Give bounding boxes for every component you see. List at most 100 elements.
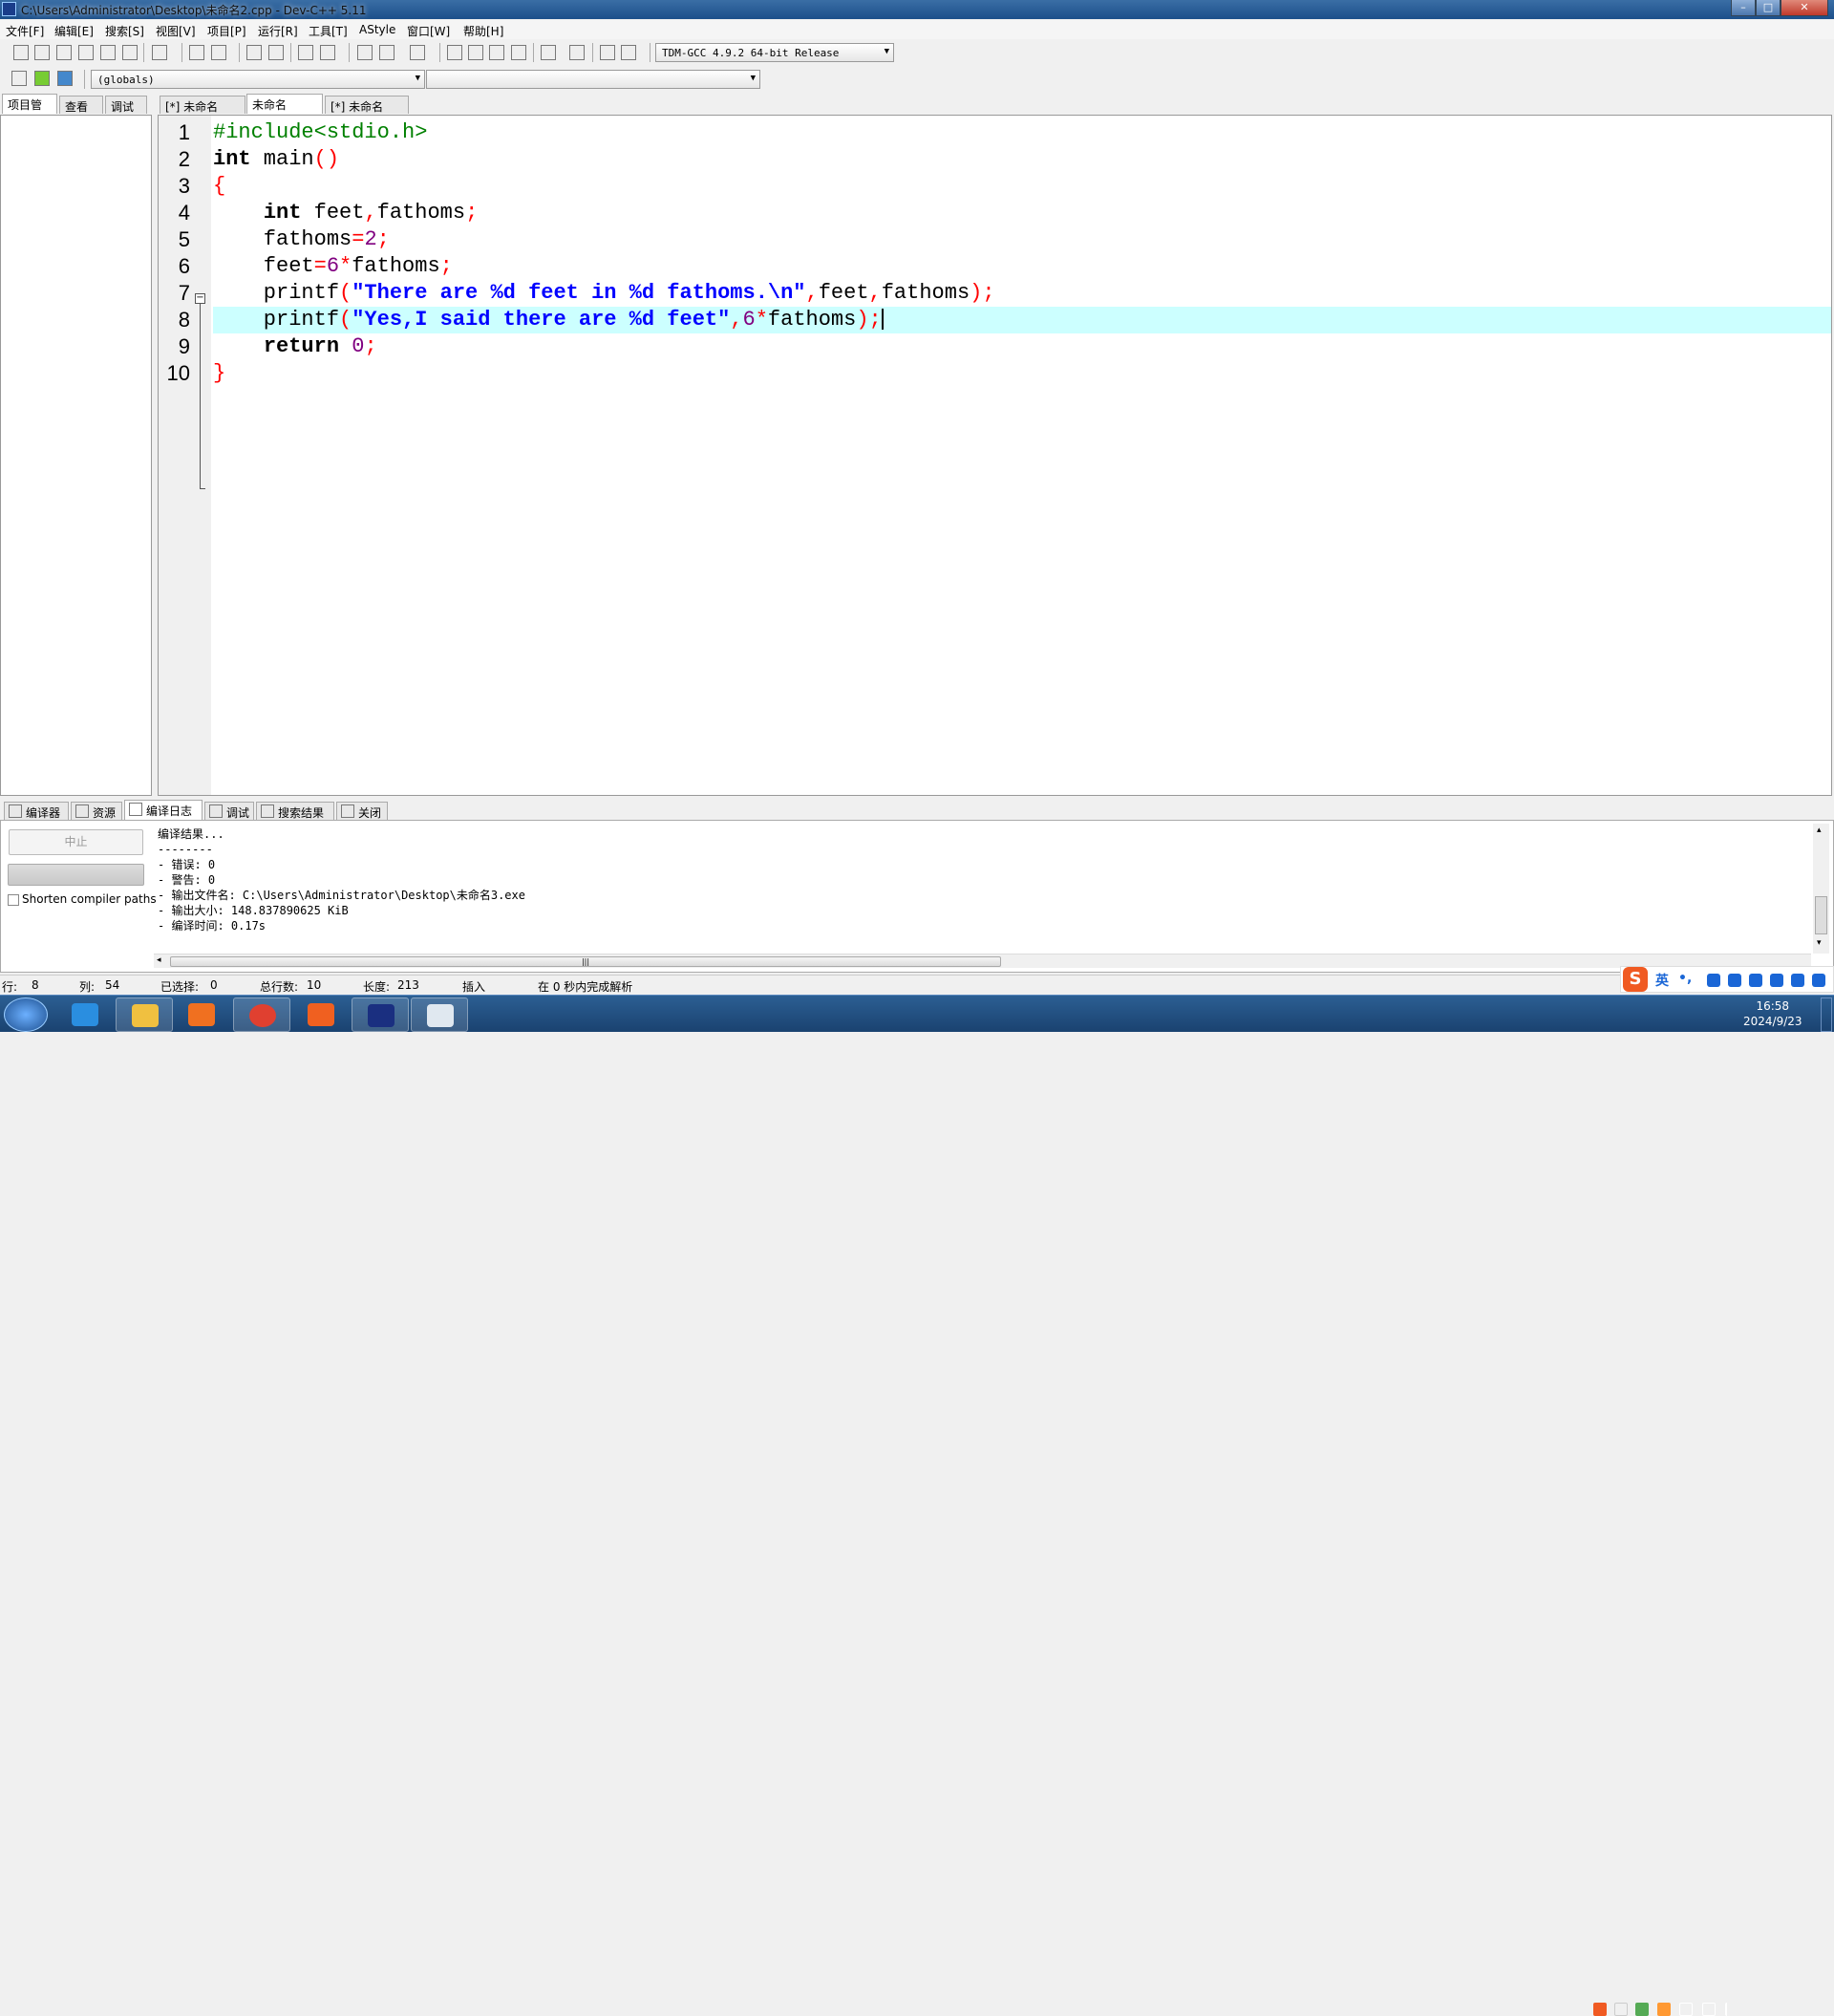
class-browser-icon[interactable]: [511, 45, 526, 60]
unindent-icon[interactable]: [320, 45, 335, 60]
close-all-icon[interactable]: [122, 45, 138, 60]
menu-item[interactable]: 工具[T]: [309, 23, 348, 39]
save-all-icon[interactable]: [78, 45, 94, 60]
ime-language[interactable]: 英: [1655, 971, 1669, 990]
shorten-paths-checkbox[interactable]: Shorten compiler paths: [8, 892, 157, 906]
toggle-view-icon[interactable]: [468, 45, 483, 60]
close-button[interactable]: ✕: [1781, 0, 1828, 16]
stop-button[interactable]: 中止: [9, 829, 143, 855]
code-line[interactable]: int feet,fathoms;: [213, 200, 1831, 226]
new-project-icon[interactable]: [447, 45, 462, 60]
symbol-select[interactable]: ▼: [426, 70, 760, 89]
toggle-bookmark-icon[interactable]: [34, 71, 50, 86]
scroll-down-icon[interactable]: ▾: [1817, 938, 1822, 948]
indent-icon[interactable]: [298, 45, 313, 60]
mic-icon[interactable]: [1707, 974, 1720, 987]
scroll-left-icon[interactable]: ◂: [157, 955, 161, 965]
compiler-select[interactable]: TDM-GCC 4.9.2 64-bit Release ▼: [655, 43, 894, 62]
left-tab[interactable]: 调试: [105, 96, 147, 114]
app-tray-icon[interactable]: [1657, 2003, 1671, 2016]
left-tab[interactable]: 项目管理: [2, 94, 57, 128]
back-icon[interactable]: [357, 45, 373, 60]
network-icon[interactable]: [1702, 2003, 1716, 2016]
show-desktop-button[interactable]: [1821, 997, 1832, 1032]
checkbox-icon[interactable]: [8, 893, 19, 906]
stop-icon[interactable]: [569, 45, 585, 60]
taskbar-app[interactable]: [292, 997, 350, 1032]
code-line[interactable]: printf("There are %d feet in %d fathoms.…: [213, 280, 1831, 307]
bottom-tab[interactable]: 资源: [71, 802, 122, 820]
scroll-thumb[interactable]: |||: [170, 956, 1001, 967]
file-tab[interactable]: [*] 未命名3.cpp: [325, 96, 409, 128]
taskbar-app[interactable]: [411, 997, 468, 1032]
layout-icon[interactable]: [489, 45, 504, 60]
settings-icon[interactable]: [1812, 974, 1825, 987]
insert-icon[interactable]: [11, 71, 27, 86]
print-icon[interactable]: [152, 45, 167, 60]
taskbar-app[interactable]: [116, 997, 173, 1032]
find-icon[interactable]: [246, 45, 262, 60]
undo-icon[interactable]: [189, 45, 204, 60]
code-line[interactable]: }: [213, 360, 1831, 387]
close-file-icon[interactable]: [100, 45, 116, 60]
show-hidden-icons[interactable]: [1614, 2003, 1628, 2016]
redo-icon[interactable]: [211, 45, 226, 60]
forward-icon[interactable]: [379, 45, 395, 60]
code-line[interactable]: return 0;: [213, 333, 1831, 360]
fold-collapse-icon[interactable]: −: [195, 293, 205, 304]
save-icon[interactable]: [56, 45, 72, 60]
nvidia-icon[interactable]: [1635, 2003, 1649, 2016]
scroll-up-icon[interactable]: ▴: [1817, 826, 1822, 835]
maximize-button[interactable]: □: [1756, 0, 1781, 16]
taskbar-app[interactable]: [173, 997, 230, 1032]
scope-select[interactable]: (globals) ▼: [91, 70, 425, 89]
code-line[interactable]: int main(): [213, 146, 1831, 173]
robot-icon[interactable]: [1770, 974, 1783, 987]
menu-item[interactable]: 编辑[E]: [54, 23, 94, 39]
minimize-button[interactable]: –: [1731, 0, 1756, 16]
taskbar-app[interactable]: [352, 997, 409, 1032]
code-line[interactable]: fathoms=2;: [213, 226, 1831, 253]
code-line[interactable]: printf("Yes,I said there are %d feet",6*…: [213, 307, 1831, 333]
rebuild-icon[interactable]: [621, 45, 636, 60]
keyboard-icon[interactable]: [1728, 974, 1741, 987]
horizontal-scrollbar[interactable]: ◂ |||: [154, 954, 1811, 968]
goto-line-icon[interactable]: [410, 45, 425, 60]
menu-item[interactable]: 运行[R]: [258, 23, 298, 39]
left-tab[interactable]: 查看类: [59, 96, 103, 130]
action-center-flag-icon[interactable]: [1725, 2003, 1738, 2016]
volume-icon[interactable]: [1679, 2003, 1693, 2016]
menu-item[interactable]: 搜索[S]: [105, 23, 144, 39]
sogou-tray-icon[interactable]: [1593, 2003, 1607, 2016]
taskbar-app[interactable]: [233, 997, 290, 1032]
menu-item[interactable]: 视图[V]: [156, 23, 196, 39]
bottom-tab[interactable]: 编译器: [4, 802, 69, 820]
code-line[interactable]: #include<stdio.h>: [213, 119, 1831, 146]
skin-icon[interactable]: [1749, 974, 1762, 987]
clock[interactable]: 16:58 2024/9/23: [1743, 998, 1802, 1029]
menu-item[interactable]: 项目[P]: [207, 23, 246, 39]
bottom-tab[interactable]: 关闭: [336, 802, 388, 820]
sogou-logo-icon[interactable]: S: [1623, 967, 1648, 992]
apps-icon[interactable]: [1791, 974, 1804, 987]
bottom-tab[interactable]: 搜索结果: [256, 802, 334, 820]
chart-icon[interactable]: [600, 45, 615, 60]
ime-punctuation[interactable]: •,: [1678, 971, 1692, 986]
menu-item[interactable]: AStyle: [359, 23, 395, 36]
check-icon[interactable]: [541, 45, 556, 60]
taskbar-app[interactable]: [56, 997, 114, 1032]
file-tab[interactable]: [*] 未命名1.cpp: [160, 96, 245, 128]
project-panel[interactable]: [0, 115, 152, 796]
code-editor[interactable]: 1 2 3 4 5 6 7 8 9 10 − #include<stdio.h> int main(…: [158, 115, 1832, 796]
new-file-icon[interactable]: [13, 45, 29, 60]
bottom-tab[interactable]: 调试: [204, 802, 254, 820]
vertical-scrollbar[interactable]: ▴ ▾: [1813, 824, 1829, 954]
file-tab[interactable]: 未命名2.cpp: [246, 94, 323, 126]
menu-item[interactable]: 帮助[H]: [463, 23, 503, 39]
scroll-thumb[interactable]: [1815, 896, 1827, 934]
menu-item[interactable]: 文件[F]: [6, 23, 44, 39]
bottom-tab[interactable]: 编译日志: [124, 800, 203, 820]
open-icon[interactable]: [34, 45, 50, 60]
code-line[interactable]: {: [213, 173, 1831, 200]
replace-icon[interactable]: [268, 45, 284, 60]
